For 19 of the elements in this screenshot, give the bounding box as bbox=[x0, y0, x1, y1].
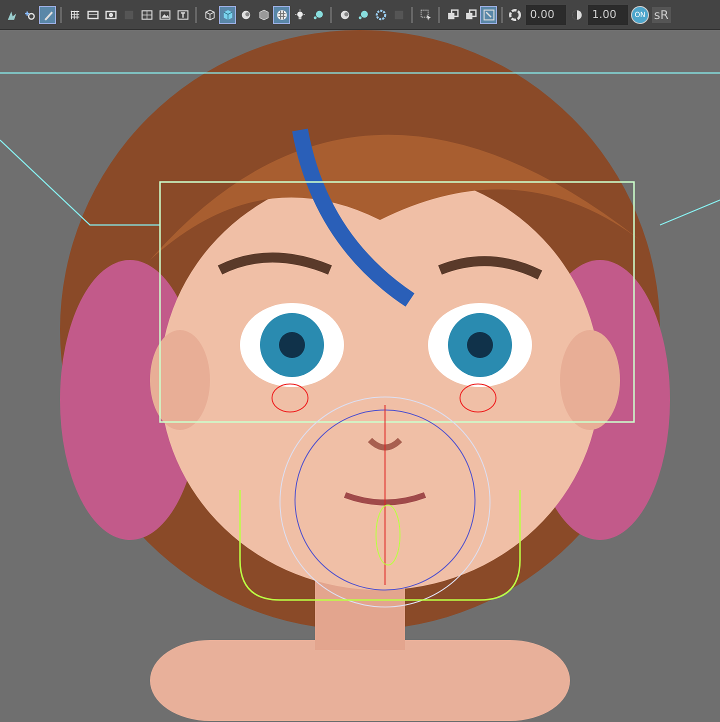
framed-square-icon bbox=[482, 8, 496, 22]
checker-sphere-icon bbox=[274, 8, 288, 22]
selection-cursor-icon bbox=[418, 8, 432, 22]
pencil-button[interactable] bbox=[39, 6, 56, 24]
exposure-field[interactable]: 0.00 bbox=[526, 4, 566, 24]
overlapping-squares-icon bbox=[464, 8, 478, 22]
text-frame-icon bbox=[176, 8, 190, 22]
framed-square-button[interactable] bbox=[480, 6, 497, 24]
color-space-label: sR bbox=[652, 6, 671, 22]
textured-cube-icon bbox=[256, 8, 270, 22]
wireframe-cube-icon bbox=[202, 8, 216, 22]
checker-sphere-button[interactable] bbox=[273, 6, 290, 24]
light-bulb-icon bbox=[292, 8, 306, 22]
panels-icon bbox=[140, 8, 154, 22]
gamma-field[interactable]: 1.00 bbox=[588, 4, 628, 24]
overlapping-squares-icon bbox=[446, 8, 460, 22]
shaded-cube-button[interactable] bbox=[219, 6, 236, 24]
image-plane-icon bbox=[158, 8, 172, 22]
ring-icon bbox=[374, 8, 388, 22]
